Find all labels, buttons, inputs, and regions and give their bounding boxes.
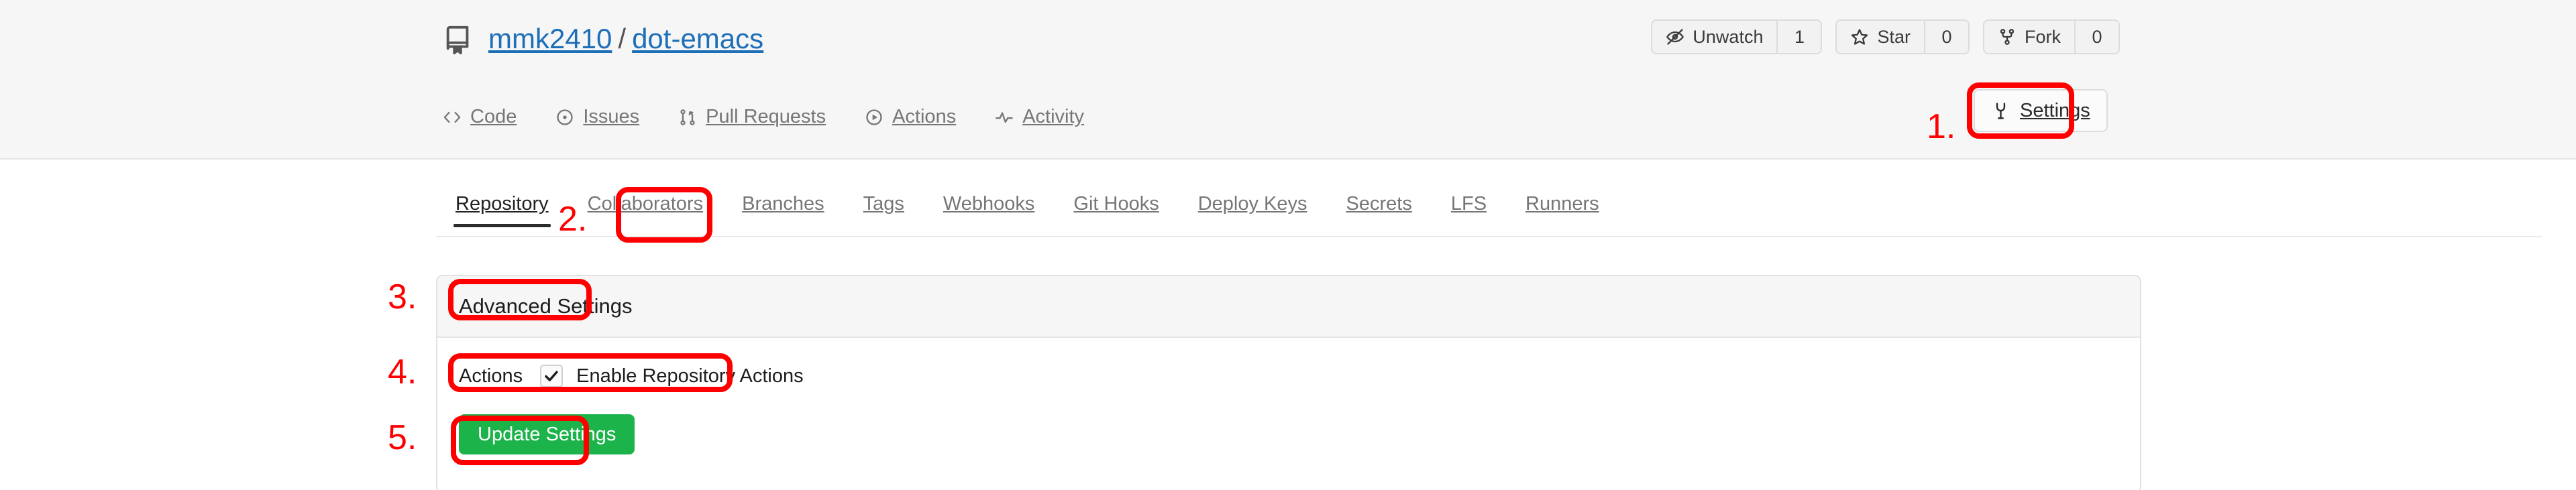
- code-icon: [443, 108, 462, 127]
- sub-tab-runners[interactable]: Runners: [1506, 193, 1619, 227]
- enable-repository-actions-checkbox[interactable]: [540, 365, 564, 387]
- nav-item-code[interactable]: Code: [443, 106, 517, 131]
- actions-setting-row: Actions Enable Repository Actions: [437, 358, 2140, 394]
- actions-field-label: Actions: [459, 365, 523, 387]
- settings-button[interactable]: Settings: [1974, 89, 2108, 132]
- repository-breadcrumb: mmk2410 / dot-emacs: [488, 23, 763, 55]
- panel-title: Advanced Settings: [437, 276, 2140, 338]
- nav-item-issues[interactable]: Issues: [555, 106, 639, 131]
- fork-count[interactable]: 0: [2074, 21, 2118, 53]
- fork-label: Fork: [2025, 26, 2061, 47]
- annotation-number-3: 3.: [388, 278, 417, 316]
- fork-button[interactable]: Fork: [1984, 21, 2074, 53]
- nav-item-pull-requests[interactable]: Pull Requests: [678, 106, 826, 131]
- repo-name-link[interactable]: dot-emacs: [632, 23, 763, 55]
- sub-tab-branches[interactable]: Branches: [722, 193, 844, 227]
- sub-tab-lfs[interactable]: LFS: [1432, 193, 1506, 227]
- eye-slash-icon: [1666, 27, 1684, 46]
- repository-title: mmk2410 / dot-emacs: [443, 23, 763, 55]
- sub-tab-git-hooks[interactable]: Git Hooks: [1054, 193, 1178, 227]
- repository-navigation: Code Issues Pull Requests Actions Activi…: [443, 106, 1084, 131]
- annotation-number-4: 4.: [388, 353, 417, 391]
- repo-book-icon: [443, 23, 474, 55]
- nav-item-activity[interactable]: Activity: [995, 106, 1084, 131]
- nav-label-issues: Issues: [583, 106, 640, 127]
- unwatch-label: Unwatch: [1693, 26, 1764, 47]
- nav-label-pull-requests: Pull Requests: [706, 106, 826, 127]
- star-label: Star: [1877, 26, 1911, 47]
- sub-tab-tags[interactable]: Tags: [844, 193, 924, 227]
- advanced-settings-panel: Advanced Settings Actions Enable Reposit…: [436, 275, 2141, 490]
- settings-button-label: Settings: [2020, 99, 2090, 121]
- sub-tab-deploy-keys[interactable]: Deploy Keys: [1179, 193, 1327, 227]
- star-split-button[interactable]: Star 0: [1835, 19, 1970, 54]
- panel-body: Actions Enable Repository Actions Update…: [437, 338, 2140, 490]
- annotation-number-5: 5.: [388, 418, 417, 457]
- repo-owner-link[interactable]: mmk2410: [488, 23, 612, 55]
- fork-split-button[interactable]: Fork 0: [1983, 19, 2120, 54]
- tools-icon: [1991, 101, 2010, 121]
- sub-tab-secrets[interactable]: Secrets: [1327, 193, 1432, 227]
- nav-item-actions[interactable]: Actions: [865, 106, 956, 131]
- repository-action-buttons: Unwatch 1 Star 0 Fork 0: [1651, 19, 2120, 54]
- fork-icon: [1998, 27, 2017, 46]
- enable-repository-actions-label: Enable Repository Actions: [576, 365, 804, 387]
- settings-sub-navigation: Repository Collaborators Branches Tags W…: [436, 193, 2542, 237]
- submit-row: Update Settings: [437, 394, 2140, 454]
- sub-tab-collaborators[interactable]: Collaborators: [568, 193, 722, 227]
- unwatch-button[interactable]: Unwatch: [1652, 21, 1776, 53]
- star-count[interactable]: 0: [1924, 21, 1968, 53]
- nav-label-code: Code: [470, 106, 517, 127]
- git-pull-request-icon: [678, 108, 697, 127]
- issue-opened-icon: [555, 108, 574, 127]
- nav-label-activity: Activity: [1022, 106, 1085, 127]
- sub-tab-repository[interactable]: Repository: [436, 193, 568, 227]
- star-button[interactable]: Star: [1837, 21, 1924, 53]
- pulse-icon: [995, 108, 1014, 127]
- sub-tab-webhooks[interactable]: Webhooks: [924, 193, 1055, 227]
- unwatch-count[interactable]: 1: [1776, 21, 1821, 53]
- play-circle-icon: [865, 108, 883, 127]
- page-root: mmk2410 / dot-emacs Unwatch 1 Star 0 For…: [0, 0, 2576, 490]
- star-icon: [1850, 27, 1869, 46]
- nav-label-actions: Actions: [892, 106, 957, 127]
- check-icon: [543, 368, 559, 384]
- breadcrumb-separator: /: [618, 23, 627, 54]
- unwatch-split-button[interactable]: Unwatch 1: [1651, 19, 1823, 54]
- enable-repository-actions-control[interactable]: Enable Repository Actions: [540, 365, 804, 387]
- update-settings-button[interactable]: Update Settings: [459, 414, 635, 454]
- repository-header: mmk2410 / dot-emacs Unwatch 1 Star 0 For…: [0, 0, 2576, 160]
